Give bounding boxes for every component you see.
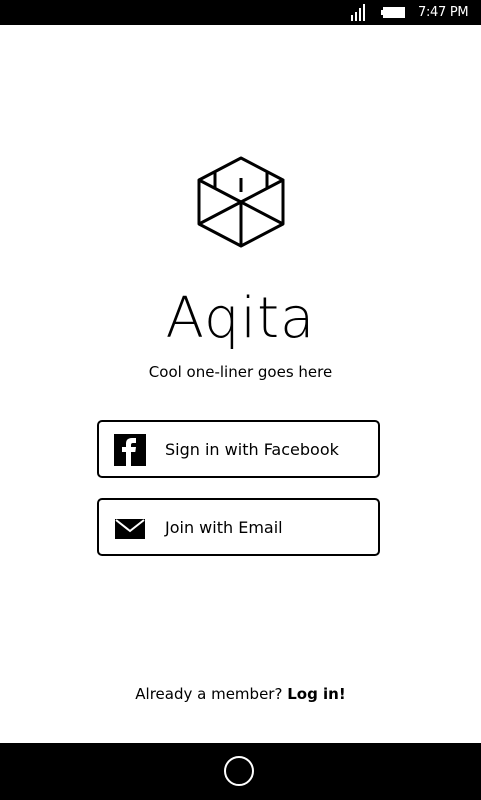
login-prompt: Already a member? Log in! xyxy=(0,684,481,704)
status-bar: 7:47 PM xyxy=(0,0,481,25)
app-tagline: Cool one-liner goes here xyxy=(148,363,333,381)
member-prompt-text: Already a member? xyxy=(135,685,283,703)
navigation-bar xyxy=(0,743,481,800)
join-with-email-label: Join with Email xyxy=(165,518,283,537)
app-title: Aqita xyxy=(165,286,316,351)
open-box-icon xyxy=(197,156,285,248)
sign-in-facebook-button[interactable]: Sign in with Facebook xyxy=(97,420,380,478)
screen: 7:47 PM Aqita Cool one-liner goes here S… xyxy=(0,0,481,800)
facebook-icon xyxy=(114,434,146,466)
home-circle-icon[interactable] xyxy=(224,756,254,786)
signal-bars-icon xyxy=(351,4,365,21)
envelope-icon xyxy=(115,519,145,539)
status-time: 7:47 PM xyxy=(418,5,469,20)
battery-icon xyxy=(381,7,405,18)
sign-in-facebook-label: Sign in with Facebook xyxy=(165,440,339,459)
login-link[interactable]: Log in! xyxy=(287,685,345,703)
join-with-email-button[interactable]: Join with Email xyxy=(97,498,380,556)
